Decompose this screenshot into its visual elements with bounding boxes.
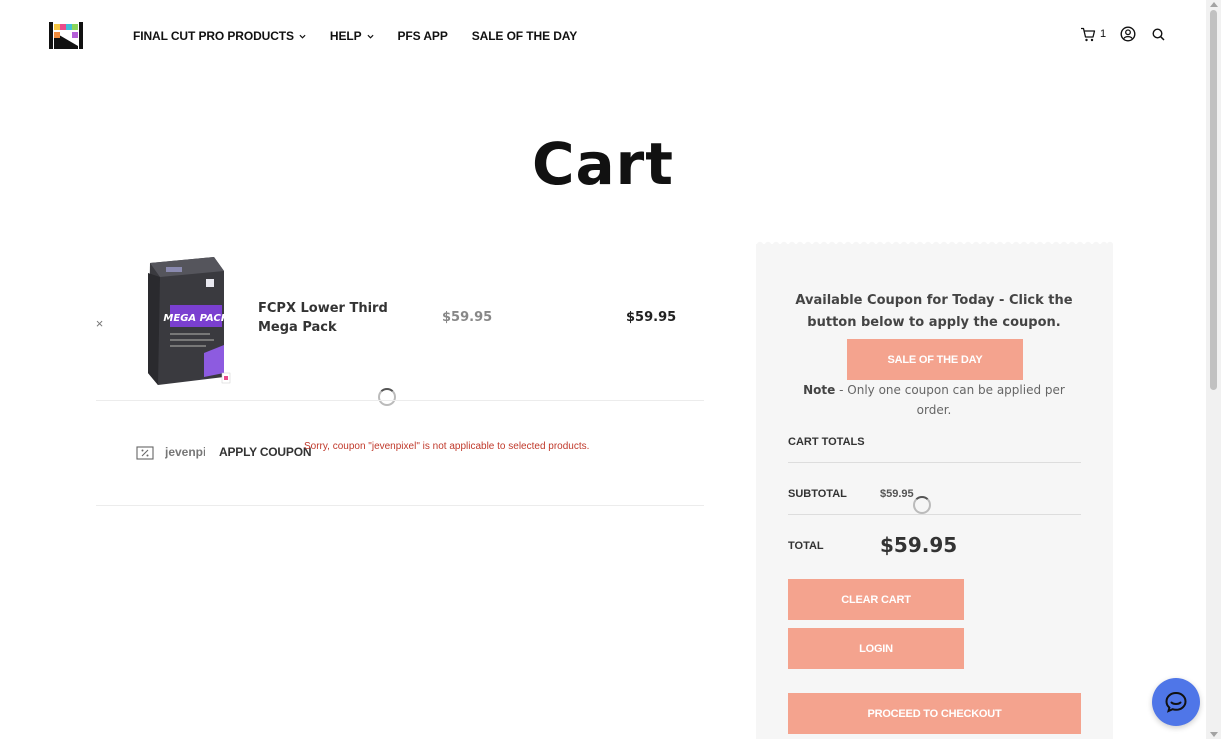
- product-box-title: MEGA PACK: [163, 313, 229, 324]
- scroll-up-icon[interactable]: [1210, 2, 1218, 7]
- total-value: $59.95: [880, 533, 958, 557]
- coupon-error-message: Sorry, coupon "jevenpixel" is not applic…: [304, 441, 590, 452]
- nav-final-cut-pro-products[interactable]: FINAL CUT PRO PRODUCTS: [133, 27, 306, 45]
- coupon-icon: [136, 446, 154, 460]
- search-icon: [1152, 27, 1165, 41]
- login-button[interactable]: LOGIN: [788, 628, 964, 669]
- cart-link[interactable]: 1: [1080, 27, 1106, 42]
- header-icons: 1: [1080, 26, 1165, 42]
- nav-sale-of-the-day[interactable]: SALE OF THE DAY: [471, 27, 578, 45]
- chevron-down-icon: [367, 34, 374, 39]
- main-nav: FINAL CUT PRO PRODUCTS HELP PFS APP SALE…: [133, 27, 601, 45]
- nav-label: SALE OF THE DAY: [471, 29, 578, 43]
- clear-cart-button[interactable]: CLEAR CART: [788, 579, 964, 620]
- nav-pfs-app[interactable]: PFS APP: [398, 27, 448, 45]
- remove-item-button[interactable]: ×: [94, 317, 105, 330]
- nav-help[interactable]: HELP: [330, 27, 374, 45]
- product-subtotal: $59.95: [626, 310, 677, 325]
- row-divider: [96, 505, 704, 506]
- logo-icon[interactable]: [46, 20, 86, 51]
- subtotal-value: $59.95: [880, 488, 914, 500]
- nav-label: PFS APP: [397, 29, 448, 43]
- cart-totals-heading: CART TOTALS: [788, 436, 865, 448]
- product-price: $59.95: [442, 310, 493, 325]
- coupon-code-input[interactable]: [165, 441, 205, 463]
- row-divider: [96, 400, 704, 401]
- chevron-down-icon: [299, 34, 306, 39]
- proceed-to-checkout-button[interactable]: PROCEED TO CHECKOUT: [788, 693, 1081, 734]
- page-scrollbar[interactable]: [1206, 0, 1221, 739]
- cart-count: 1: [1100, 28, 1107, 40]
- search-button[interactable]: [1152, 27, 1165, 41]
- loading-spinner-icon: [378, 388, 396, 406]
- nav-label: HELP: [329, 29, 362, 43]
- coupon-offer-title: Available Coupon for Today - Click the b…: [795, 293, 1073, 330]
- nav-label: FINAL CUT PRO PRODUCTS: [133, 29, 294, 43]
- coupon-note: Note - Only one coupon can be applied pe…: [787, 380, 1081, 420]
- subtotal-label: SUBTOTAL: [788, 488, 847, 500]
- divider: [788, 514, 1081, 515]
- chat-bubble-icon: [1165, 691, 1187, 713]
- scroll-down-icon[interactable]: [1210, 732, 1218, 737]
- product-thumbnail[interactable]: MEGA PACK: [136, 249, 234, 387]
- note-label: Note: [803, 383, 836, 397]
- cart-icon: [1081, 27, 1096, 41]
- account-icon: [1120, 26, 1136, 42]
- loading-spinner-icon: [913, 496, 931, 514]
- sale-of-the-day-button[interactable]: SALE OF THE DAY: [847, 339, 1023, 380]
- product-box-image: MEGA PACK: [136, 249, 234, 387]
- account-link[interactable]: [1120, 26, 1136, 42]
- chat-launcher-button[interactable]: [1152, 678, 1200, 726]
- apply-coupon-button[interactable]: APPLY COUPON: [219, 445, 311, 459]
- scroll-thumb[interactable]: [1210, 10, 1217, 390]
- page-title: Cart: [531, 130, 675, 198]
- site-header: FINAL CUT PRO PRODUCTS HELP PFS APP SALE…: [0, 0, 1206, 72]
- divider: [788, 462, 1081, 463]
- note-text: - Only one coupon can be applied per ord…: [835, 383, 1065, 417]
- total-label: TOTAL: [788, 540, 824, 552]
- product-name-link[interactable]: FCPX Lower Third Mega Pack: [258, 299, 428, 337]
